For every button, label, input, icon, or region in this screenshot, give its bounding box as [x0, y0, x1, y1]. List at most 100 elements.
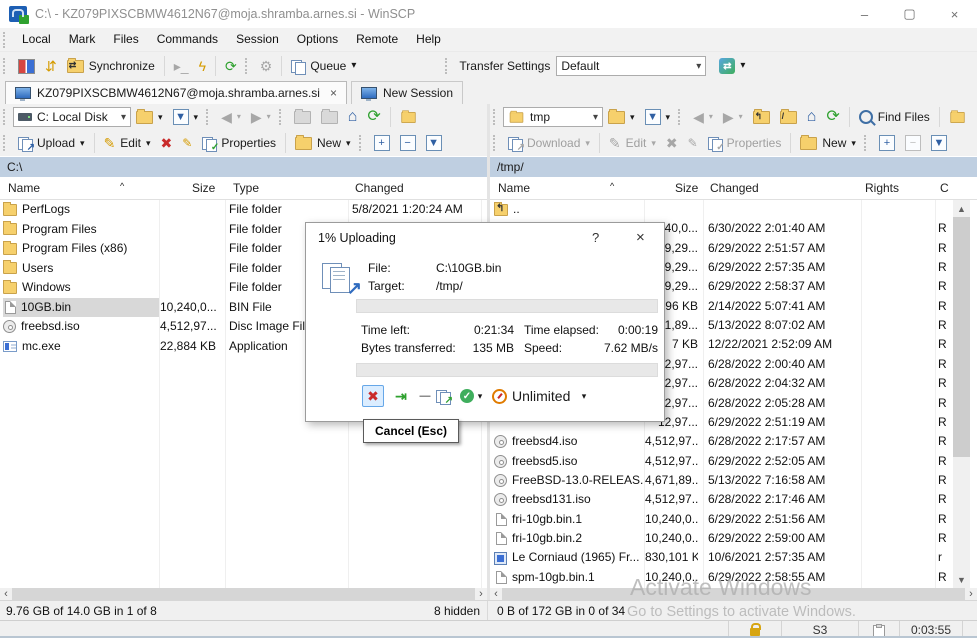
file-row[interactable]: spm-10gb.bin.110,240,0...6/29/2022 2:58:… [490, 568, 960, 587]
close-icon[interactable]: × [636, 229, 645, 246]
filter-button[interactable]: ▼▾ [640, 107, 676, 127]
menu-commands[interactable]: Commands [148, 28, 227, 51]
minimize-button[interactable]: – [842, 0, 887, 28]
select-button[interactable]: + [874, 133, 900, 153]
scroll-left-icon[interactable]: ‹ [0, 588, 12, 600]
upload-button[interactable]: ↗ Upload ▾ [13, 134, 90, 152]
column-size[interactable]: Size [675, 181, 698, 195]
edit-button[interactable]: ✎ Edit ▾ [99, 134, 156, 152]
refresh-button[interactable]: ⟳ [821, 108, 844, 126]
file-row[interactable]: freebsd5.iso4,512,97...6/29/2022 2:52:05… [490, 452, 960, 471]
menu-options[interactable]: Options [288, 28, 347, 51]
home-directory-button[interactable]: ⌂ [343, 108, 363, 126]
select-button[interactable]: + [369, 133, 395, 153]
select-files-button[interactable]: ▼ [421, 133, 447, 153]
forward-button[interactable]: ▶▾ [718, 108, 748, 126]
parent-directory-button[interactable] [289, 109, 316, 126]
root-directory-button[interactable]: / [775, 109, 802, 126]
open-directory-button[interactable]: ▾ [603, 108, 640, 126]
scrollbar-thumb[interactable] [953, 217, 970, 457]
column-changed[interactable]: Changed [355, 181, 404, 195]
file-row[interactable]: FreeBSD-13.0-RELEAS...4,671,89...5/13/20… [490, 471, 960, 490]
background-transfer-button[interactable]: ↗ [432, 385, 454, 407]
scrollbar-thumb[interactable] [502, 588, 965, 600]
unselect-button[interactable]: − [900, 133, 926, 153]
tab-new-session[interactable]: New Session [351, 81, 463, 104]
tab-session[interactable]: KZ079PIXSCBMW4612N67@moja.shramba.arnes.… [5, 81, 347, 104]
file-row[interactable]: Le Corniaud (1965) Fr...830,101 KB10/6/2… [490, 548, 960, 567]
menu-local[interactable]: Local [13, 28, 60, 51]
rename-button[interactable]: ✎ [177, 134, 197, 152]
queue-button[interactable]: Queue ▾ [286, 57, 361, 75]
scroll-up-icon[interactable]: ▲ [953, 200, 970, 217]
session-color-button[interactable]: ⇄ ▾ [714, 56, 750, 76]
file-row[interactable]: freebsd4.iso4,512,97...6/28/2022 2:17:57… [490, 432, 960, 451]
file-row[interactable]: ↰.. [490, 200, 960, 219]
new-button[interactable]: New ▾ [290, 134, 356, 152]
local-drive-select[interactable]: C: Local Disk ▾ [13, 107, 131, 127]
remote-path-bar[interactable]: /tmp/ [490, 157, 977, 177]
scroll-right-icon[interactable]: › [965, 588, 977, 600]
speed-limit-dropdown[interactable]: ▾ [578, 385, 590, 407]
remote-horizontal-scrollbar[interactable]: ‹ › [490, 588, 977, 600]
local-horizontal-scrollbar[interactable]: ‹ › [0, 588, 487, 600]
transfer-options-dropdown[interactable]: ▾ [474, 385, 486, 407]
preferences-button[interactable]: ⚙ [255, 57, 278, 75]
column-name[interactable]: Name [8, 181, 40, 195]
delete-button[interactable]: ✖ [156, 134, 178, 152]
refresh-button[interactable]: ⟳ [362, 108, 385, 126]
column-type[interactable]: Type [233, 181, 259, 195]
open-directory-button[interactable]: ▾ [131, 108, 168, 126]
scroll-left-icon[interactable]: ‹ [490, 588, 502, 600]
command-button[interactable]: ϟ [194, 57, 211, 75]
cancel-button[interactable]: ✖ [362, 385, 384, 407]
local-path-bar[interactable]: C:\ [0, 157, 487, 177]
parent-directory-button[interactable]: ↰ [748, 109, 775, 126]
vertical-scrollbar[interactable]: ▲ ▼ [953, 200, 970, 588]
synchronize-button[interactable]: ⇄ Synchronize [62, 57, 160, 75]
home-directory-button[interactable]: ⌂ [802, 108, 822, 126]
menu-session[interactable]: Session [227, 28, 288, 51]
file-row[interactable]: fri-10gb.bin.210,240,0...6/29/2022 2:59:… [490, 529, 960, 548]
maximize-button[interactable]: ▢ [887, 0, 932, 28]
speed-limit-select[interactable]: Unlimited [492, 385, 612, 407]
edit-button[interactable]: ✎ Edit ▾ [604, 134, 661, 152]
properties-button[interactable]: ✓ Properties [703, 134, 787, 152]
scroll-right-icon[interactable]: › [475, 588, 487, 600]
console-button[interactable]: ▸_ [169, 57, 194, 75]
skip-file-button[interactable]: ⇥ [390, 385, 412, 407]
close-button[interactable]: × [932, 0, 977, 28]
forward-button[interactable]: ▶▾ [246, 108, 276, 126]
copy-path-button[interactable] [944, 109, 971, 126]
back-button[interactable]: ◀▾ [688, 108, 718, 126]
synchronize-browsing-button[interactable]: ⇵ [40, 57, 62, 75]
column-size[interactable]: Size [192, 181, 215, 195]
transfer-settings-select[interactable]: Default ▾ [556, 56, 706, 76]
column-name[interactable]: Name [498, 181, 530, 195]
column-partial[interactable]: C [940, 181, 949, 195]
delete-button[interactable]: ✖ [661, 134, 683, 152]
properties-button[interactable]: ✓ Properties [197, 134, 281, 152]
menu-help[interactable]: Help [407, 28, 450, 51]
scroll-down-icon[interactable]: ▼ [953, 571, 970, 588]
remote-directory-select[interactable]: tmp ▾ [503, 107, 603, 127]
file-row[interactable]: freebsd131.iso4,512,97...6/28/2022 2:17:… [490, 490, 960, 509]
rename-button[interactable]: ✎ [683, 134, 703, 152]
refresh-session-button[interactable]: ⟳ [220, 57, 242, 75]
copy-path-button[interactable] [395, 109, 422, 126]
help-icon[interactable]: ? [592, 230, 599, 245]
column-rights[interactable]: Rights [865, 181, 899, 195]
file-row[interactable]: fri-10gb.bin.110,240,0...6/29/2022 2:51:… [490, 510, 960, 529]
new-button[interactable]: New ▾ [795, 134, 861, 152]
tab-close-icon[interactable]: × [330, 86, 337, 100]
back-button[interactable]: ◀▾ [216, 108, 246, 126]
filter-button[interactable]: ▼▾ [168, 107, 204, 127]
root-directory-button[interactable] [316, 109, 343, 126]
file-row[interactable]: PerfLogsFile folder5/8/2021 1:20:24 AM [0, 200, 470, 219]
menu-files[interactable]: Files [104, 28, 147, 51]
compare-directories-button[interactable] [13, 57, 40, 76]
scrollbar-thumb[interactable] [12, 588, 475, 600]
column-changed[interactable]: Changed [710, 181, 759, 195]
download-button[interactable]: ↗ Download ▾ [503, 134, 595, 152]
menu-remote[interactable]: Remote [347, 28, 407, 51]
